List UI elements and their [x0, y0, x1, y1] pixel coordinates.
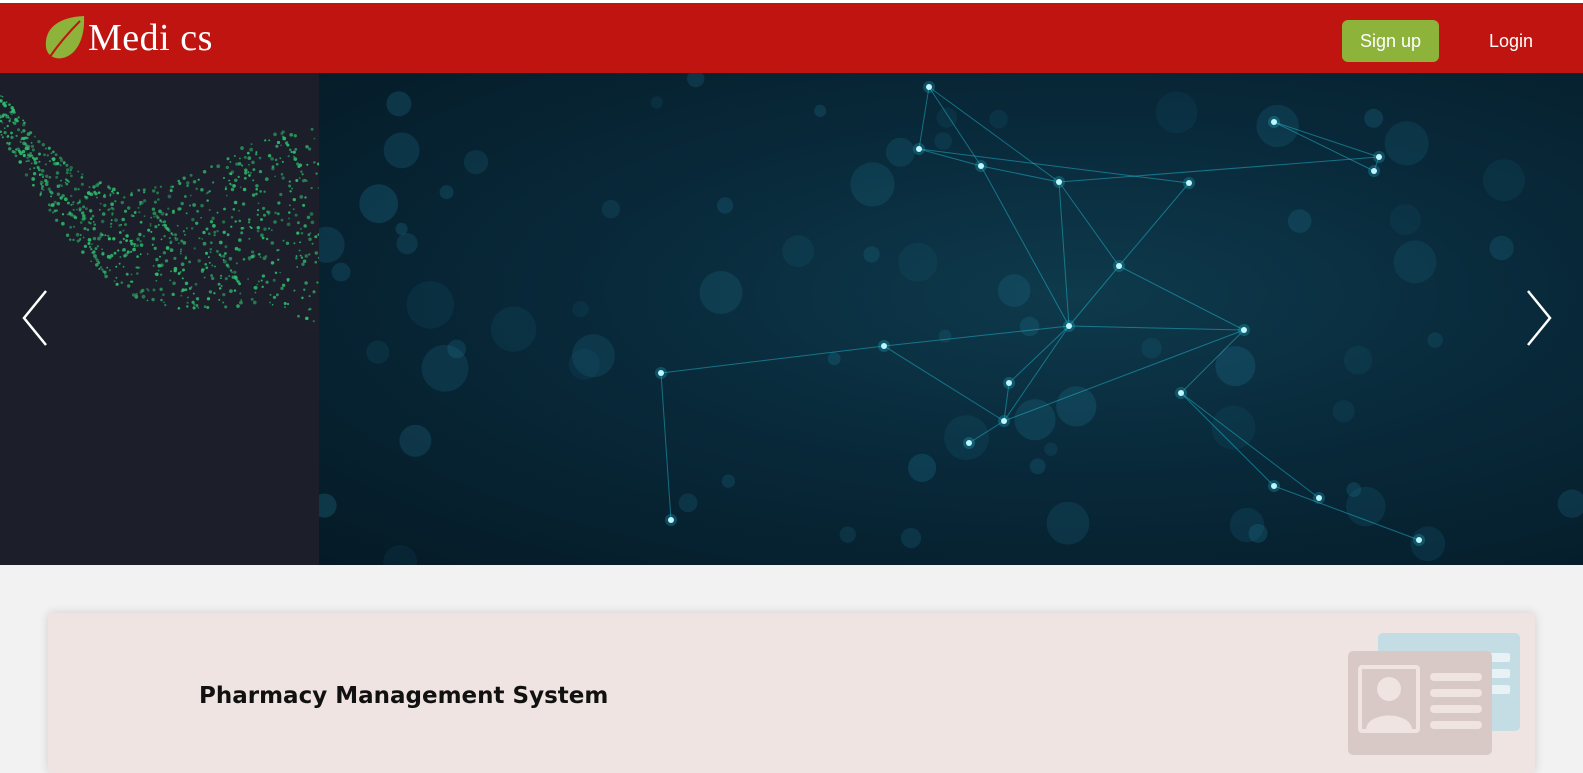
- leaf-icon: [45, 16, 85, 59]
- hero-carousel: [0, 73, 1583, 565]
- login-link[interactable]: Login: [1480, 20, 1542, 62]
- signup-button[interactable]: Sign up: [1342, 20, 1439, 62]
- carousel-prev-button[interactable]: [20, 288, 60, 352]
- chevron-left-icon: [22, 290, 47, 346]
- network-graphic: [319, 73, 1583, 565]
- feature-card: Pharmacy Management System: [48, 613, 1535, 773]
- brand-logo-link[interactable]: Medi cs: [44, 13, 213, 63]
- navbar: Medi cs Sign up Login: [0, 3, 1583, 73]
- chevron-right-icon: [1527, 290, 1552, 346]
- card-title: Pharmacy Management System: [199, 683, 609, 709]
- id-card-icon: [1348, 633, 1520, 755]
- brand-name: Medi cs: [88, 17, 213, 59]
- carousel-slide-active: [319, 73, 1583, 565]
- carousel-next-button[interactable]: [1524, 288, 1564, 352]
